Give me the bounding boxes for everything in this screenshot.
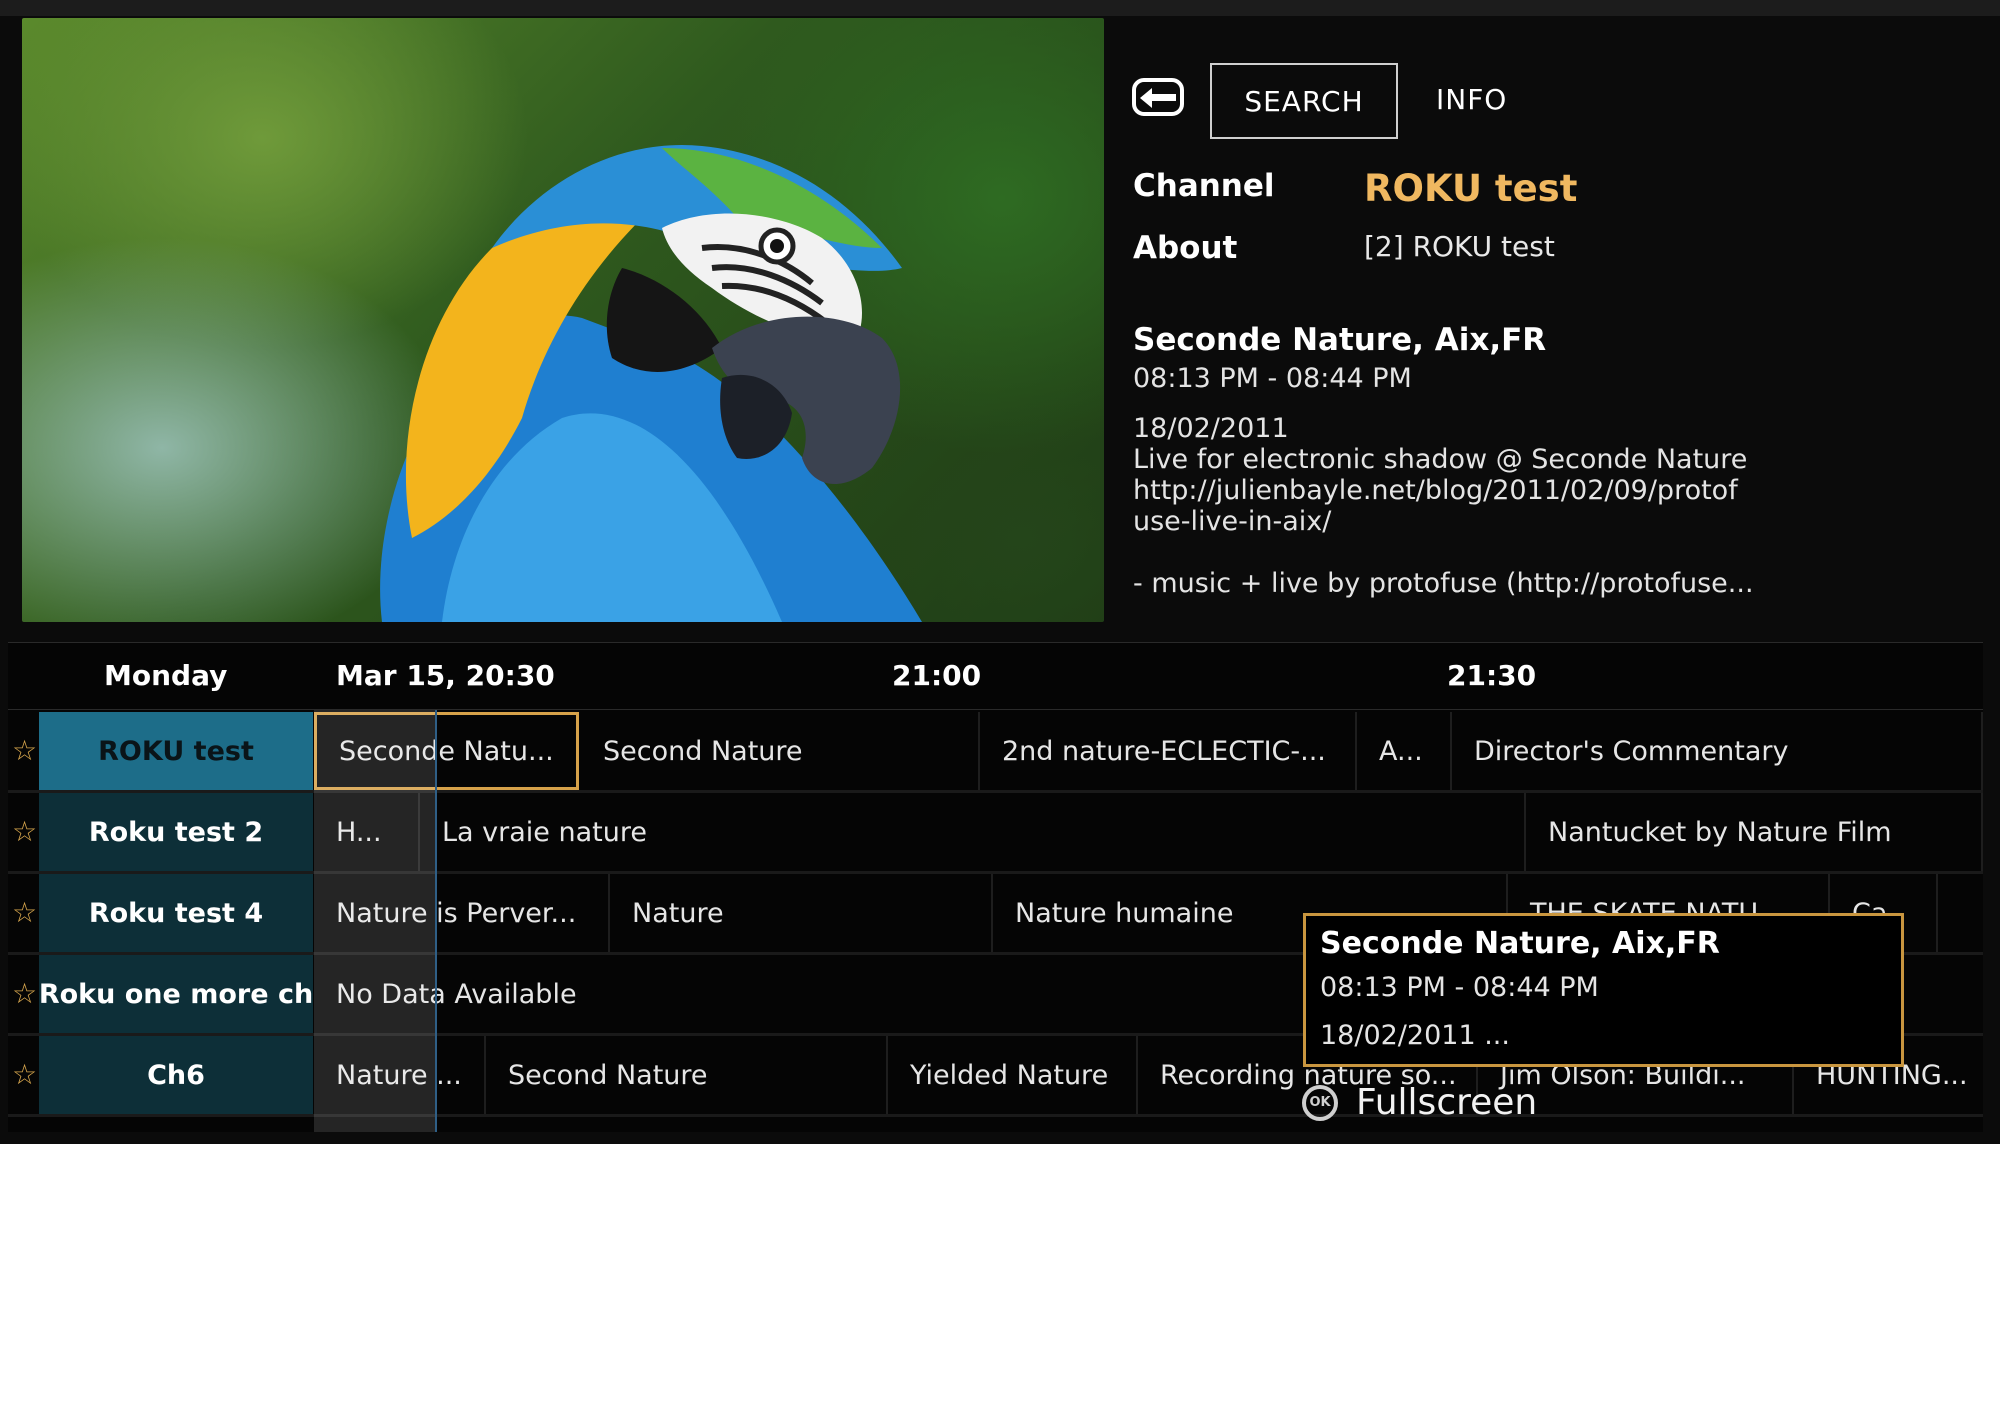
channel-name[interactable]: Roku one more ch	[39, 955, 313, 1033]
tv-guide-screen: SEARCH INFO Channel ROKU test About [2] …	[0, 0, 2000, 1144]
favorite-star-icon[interactable]: ☆	[12, 815, 37, 848]
program-cell[interactable]: Nantucket by Nature Film	[1526, 793, 1983, 871]
program-popup: Seconde Nature, Aix,FR 08:13 PM - 08:44 …	[1303, 913, 1904, 1067]
popup-time: 08:13 PM - 08:44 PM	[1320, 972, 1599, 1003]
time-slot-label: 21:30	[1447, 659, 1537, 692]
parrot-image	[380, 144, 922, 622]
time-slot-label: Mar 15, 20:30	[336, 659, 555, 692]
search-button[interactable]: SEARCH	[1210, 63, 1398, 139]
favorite-star-icon[interactable]: ☆	[12, 977, 37, 1010]
favorite-star-icon[interactable]: ☆	[12, 734, 37, 767]
video-preview[interactable]	[22, 18, 1104, 622]
fullscreen-label: Fullscreen	[1356, 1082, 1538, 1123]
program-description: 18/02/2011 Live for electronic shadow @ …	[1133, 413, 1754, 599]
program-cell[interactable]: Nature	[610, 874, 993, 952]
program-cell[interactable]: 2nd nature-ECLECTIC-...	[980, 712, 1357, 790]
popup-title: Seconde Nature, Aix,FR	[1320, 926, 1720, 961]
guide-row: ☆ Roku test 2 H... La vraie nature Nantu…	[8, 793, 1983, 874]
program-cell[interactable]: A...	[1357, 712, 1452, 790]
guide-time-header: Monday Mar 15, 20:30 21:00 21:30	[8, 642, 1983, 710]
top-strip	[0, 0, 2000, 16]
popup-description: 18/02/2011 ...	[1320, 1020, 1510, 1051]
channel-name[interactable]: Ch6	[39, 1036, 313, 1114]
about-value: [2] ROKU test	[1364, 230, 1555, 263]
program-cell[interactable]: Yielded Nature	[888, 1036, 1138, 1114]
info-tab[interactable]: INFO	[1436, 83, 1507, 116]
program-time: 08:13 PM - 08:44 PM	[1133, 363, 1412, 394]
fullscreen-hint[interactable]: OK Fullscreen	[1302, 1082, 1537, 1123]
program-cell[interactable]: Seconde Natu...	[314, 712, 579, 790]
channel-value: ROKU test	[1364, 167, 1578, 210]
program-cell[interactable]: H...	[314, 793, 420, 871]
favorite-star-icon[interactable]: ☆	[12, 896, 37, 929]
day-label: Monday	[104, 659, 228, 692]
time-slot-label: 21:00	[892, 659, 982, 692]
channel-name[interactable]: Roku test 2	[39, 793, 313, 871]
ok-button-icon: OK	[1302, 1084, 1338, 1121]
program-cell[interactable]: Second Nature	[581, 712, 980, 790]
about-label: About	[1133, 230, 1238, 266]
channel-label: Channel	[1133, 168, 1275, 204]
program-title: Seconde Nature, Aix,FR	[1133, 322, 1547, 358]
favorite-star-icon[interactable]: ☆	[12, 1058, 37, 1091]
program-cell[interactable]: Director's Commentary	[1452, 712, 1983, 790]
back-button[interactable]	[1132, 78, 1184, 116]
guide-row: ☆ ROKU test Seconde Natu... Second Natur…	[8, 712, 1983, 793]
channel-name[interactable]: ROKU test	[39, 712, 313, 790]
program-cell[interactable]: La vraie nature	[420, 793, 1526, 871]
program-cell[interactable]: Second Nature	[486, 1036, 888, 1114]
channel-name[interactable]: Roku test 4	[39, 874, 313, 952]
program-cell[interactable]: Nature ...	[314, 1036, 486, 1114]
program-cell[interactable]: Nature is Perver...	[314, 874, 610, 952]
